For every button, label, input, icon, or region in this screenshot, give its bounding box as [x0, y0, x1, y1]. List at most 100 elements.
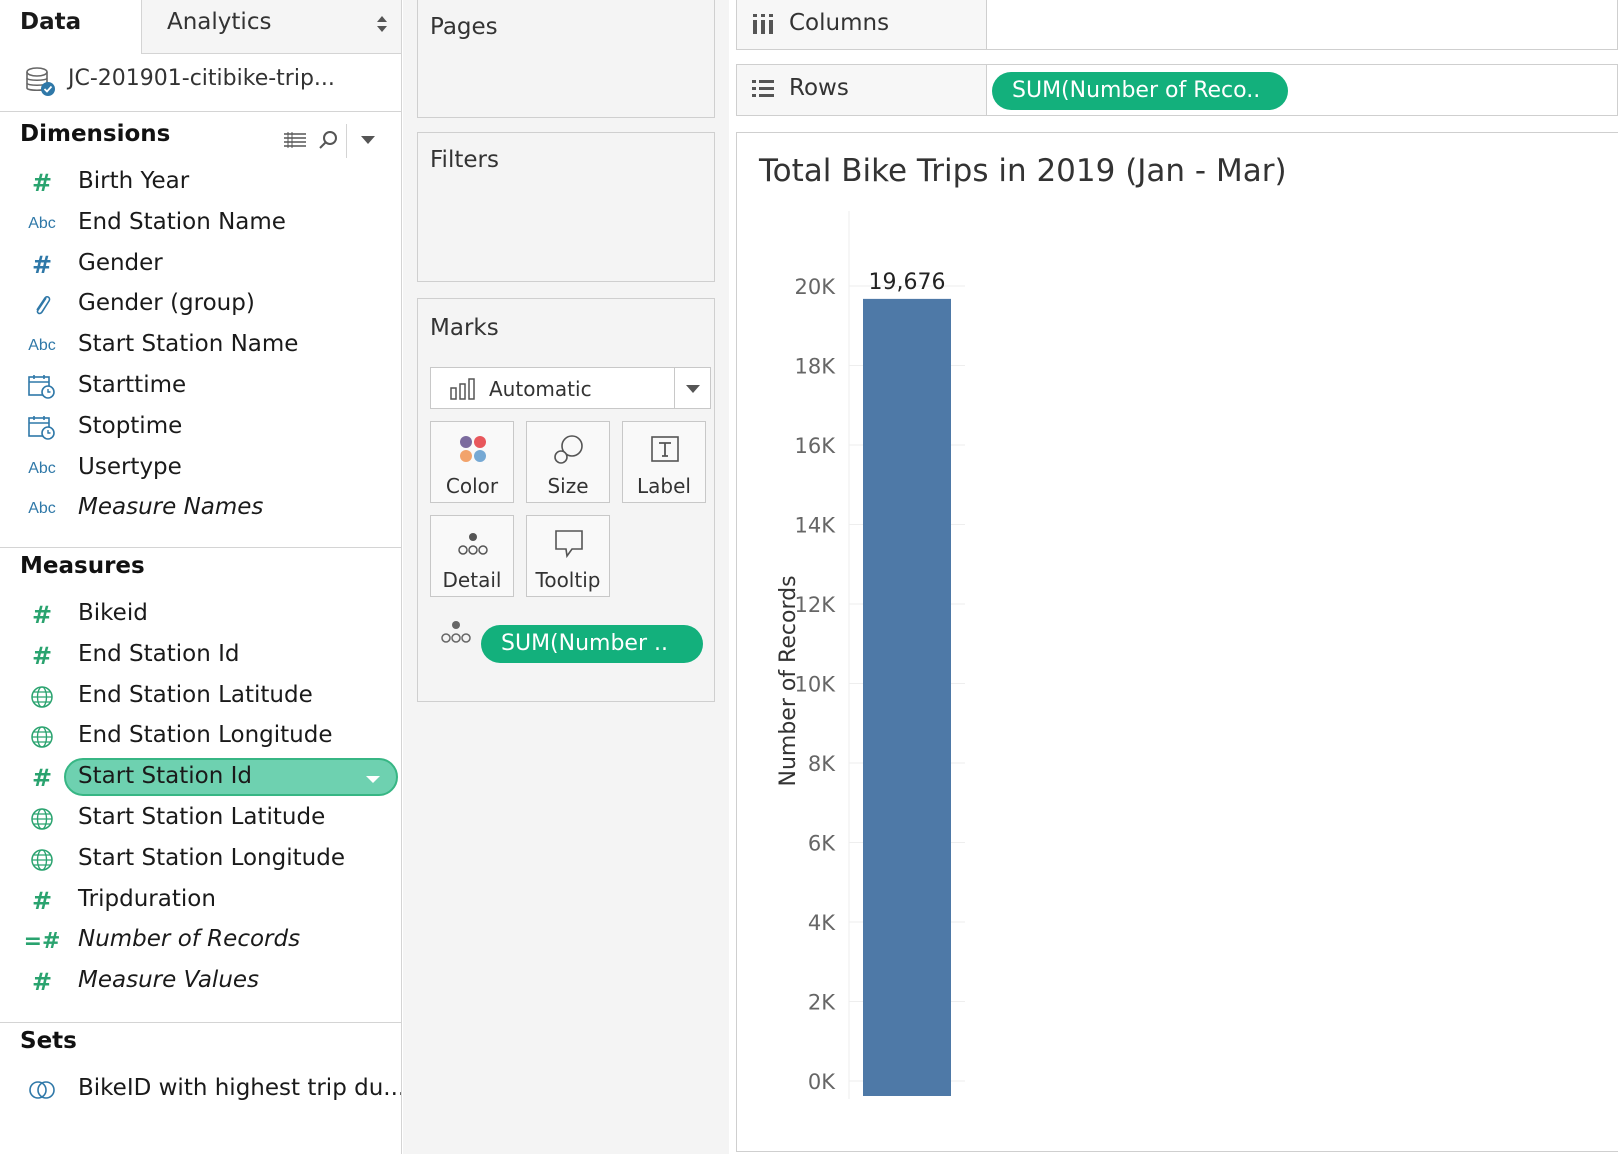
- label-button[interactable]: Label: [622, 421, 706, 503]
- color-palette-icon: [460, 436, 486, 462]
- field-label: Start Station Longitude: [78, 844, 345, 871]
- search-icon[interactable]: [316, 128, 342, 154]
- field-label: Number of Records: [78, 926, 301, 953]
- field-start-station-latitude[interactable]: Start Station Latitude: [0, 798, 401, 838]
- color-button[interactable]: Color: [430, 421, 514, 503]
- toolbar-divider: [346, 124, 347, 158]
- string-type-icon: Abc: [28, 500, 56, 518]
- field-label: End Station Id: [78, 640, 240, 667]
- y-axis-title: Number of Records: [776, 575, 801, 786]
- dimensions-header: Dimensions: [20, 121, 171, 147]
- tooltip-label: Tooltip: [535, 568, 601, 592]
- field-label: Bikeid: [78, 600, 148, 626]
- field-label: Starttime: [78, 372, 187, 398]
- datasource-item[interactable]: JC-201901-citibike-trip...: [0, 54, 401, 112]
- mark-type-dropdown[interactable]: Automatic: [430, 367, 711, 409]
- calendar-clock-icon: [28, 375, 55, 399]
- field-gender[interactable]: # Gender: [0, 244, 401, 284]
- field-birth-year[interactable]: # Birth Year: [0, 162, 401, 202]
- globe-icon: [31, 685, 53, 708]
- data-pane: Data Analytics JC-201901-citibike-trip..…: [0, 0, 402, 1154]
- section-divider: [0, 1022, 401, 1023]
- columns-shelf-label: Columns: [737, 0, 987, 49]
- list-view-icon[interactable]: [282, 128, 308, 154]
- field-label: End Station Name: [78, 208, 286, 235]
- field-end-station-longitude[interactable]: End Station Longitude: [0, 716, 401, 756]
- text-label-icon: [651, 436, 679, 462]
- field-label: Tripduration: [78, 885, 216, 912]
- field-label: Measure Names: [78, 494, 264, 521]
- tab-data[interactable]: Data: [0, 0, 141, 54]
- marks-detail-pill[interactable]: SUM(Number ..: [481, 625, 703, 663]
- label-label: Label: [637, 474, 691, 498]
- detail-button[interactable]: Detail: [430, 515, 514, 597]
- number-type-icon: #: [31, 169, 53, 197]
- field-bikeid-with-highest-trip-du[interactable]: BikeID with highest trip du...: [0, 1069, 402, 1109]
- field-starttime[interactable]: Starttime: [0, 366, 401, 406]
- field-usertype[interactable]: Abc Usertype: [0, 448, 401, 488]
- tooltip-button[interactable]: Tooltip: [526, 515, 610, 597]
- datasource-icon: [26, 67, 55, 96]
- field-end-station-name[interactable]: Abc End Station Name: [0, 203, 401, 243]
- detail-dots-icon: [441, 621, 471, 643]
- field-label: BikeID with highest trip du...: [78, 1075, 402, 1101]
- number-type-icon: #: [31, 641, 53, 670]
- marks-card: Marks Automatic Color Size Label Detail …: [417, 298, 715, 702]
- datasource-name: JC-201901-citibike-trip...: [68, 66, 335, 91]
- chevron-down-icon[interactable]: [686, 385, 700, 393]
- field-start-station-id[interactable]: # Start Station Id: [0, 757, 401, 797]
- size-icon: [554, 435, 583, 464]
- size-button[interactable]: Size: [526, 421, 610, 503]
- field-label: Measure Values: [78, 967, 260, 994]
- field-label: Gender (group): [78, 290, 255, 317]
- calendar-clock-icon: [28, 415, 55, 440]
- filters-card[interactable]: Filters: [417, 132, 715, 282]
- field-label: Gender: [78, 249, 163, 276]
- field-end-station-id[interactable]: # End Station Id: [0, 635, 401, 675]
- y-tick-label: 4K: [808, 911, 836, 935]
- bars: 19,676: [863, 270, 951, 1096]
- number-type-icon: #: [31, 886, 53, 915]
- field-gender-group[interactable]: Gender (group): [0, 284, 401, 324]
- field-bikeid[interactable]: # Bikeid: [0, 594, 401, 634]
- field-number-of-records[interactable]: =# Number of Records: [0, 920, 401, 960]
- globe-icon: [31, 849, 53, 871]
- chevron-down-icon[interactable]: [360, 134, 376, 146]
- mark-type-label: Automatic: [489, 377, 592, 401]
- sets-header: Sets: [20, 1028, 77, 1054]
- columns-shelf[interactable]: Columns: [736, 0, 1618, 50]
- field-measure-values[interactable]: # Measure Values: [0, 961, 401, 1001]
- marks-title: Marks: [430, 315, 499, 341]
- dimensions-toolbar: [282, 124, 401, 160]
- field-end-station-latitude[interactable]: End Station Latitude: [0, 676, 401, 716]
- bar[interactable]: [863, 298, 951, 1096]
- field-label: End Station Longitude: [78, 722, 333, 749]
- field-start-station-longitude[interactable]: Start Station Longitude: [0, 839, 401, 879]
- number-type-icon: #: [31, 968, 53, 997]
- rows-label: Rows: [789, 75, 849, 101]
- field-stoptime[interactable]: Stoptime: [0, 407, 401, 447]
- measures-header: Measures: [20, 553, 145, 579]
- string-type-icon: Abc: [28, 214, 56, 232]
- field-tripduration[interactable]: # Tripduration: [0, 880, 401, 920]
- pages-card[interactable]: Pages: [417, 0, 715, 118]
- pages-title: Pages: [430, 14, 498, 40]
- field-label: Usertype: [78, 453, 182, 480]
- bar-data-label: 19,676: [869, 270, 946, 295]
- color-label: Color: [445, 474, 499, 498]
- number-type-icon: #: [31, 601, 53, 629]
- paperclip-icon: [36, 296, 51, 315]
- field-measure-names[interactable]: Abc Measure Names: [0, 488, 401, 528]
- field-start-station-name[interactable]: Abc Start Station Name: [0, 325, 401, 365]
- y-tick-label: 2K: [808, 991, 836, 1015]
- field-label: Start Station Id: [78, 763, 252, 790]
- rows-pill[interactable]: SUM(Number of Reco..: [992, 72, 1288, 110]
- y-tick-label: 18K: [795, 355, 837, 379]
- bar-chart-icon: [450, 378, 475, 400]
- columns-icon: [753, 14, 773, 34]
- field-label: End Station Latitude: [78, 681, 313, 708]
- field-label: Stoptime: [78, 412, 183, 439]
- chevron-down-icon[interactable]: [366, 776, 380, 784]
- globe-icon: [31, 726, 53, 749]
- tab-analytics[interactable]: Analytics: [141, 0, 401, 54]
